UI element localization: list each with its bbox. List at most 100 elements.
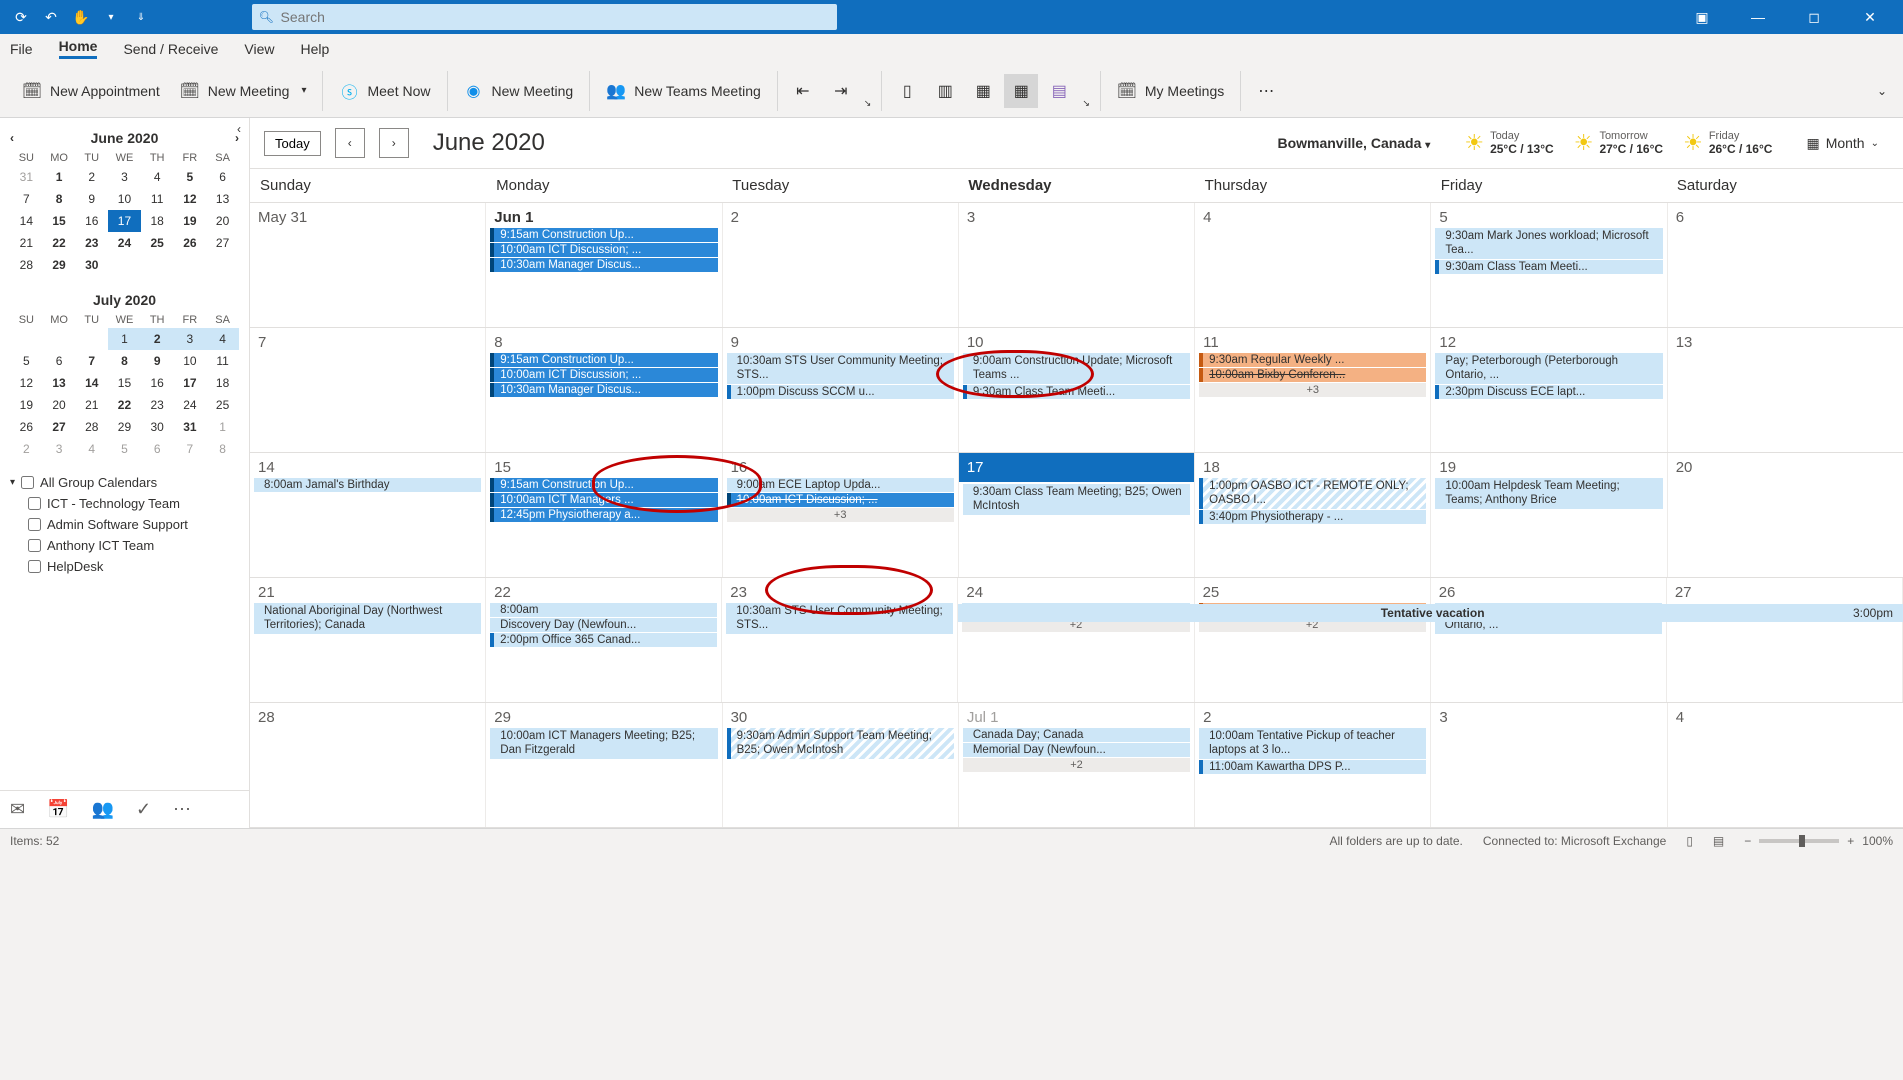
mini-day[interactable]: 15 xyxy=(43,210,76,232)
day-cell[interactable]: 309:30am Admin Support Team Meeting; B25… xyxy=(723,703,959,827)
day-cell[interactable]: 26Pay; Peterborough (Peterborough Ontari… xyxy=(1431,578,1667,702)
mini-day[interactable]: 10 xyxy=(108,188,141,210)
sync-all-icon[interactable]: ⟳ xyxy=(10,6,32,28)
day-cell[interactable]: 6 xyxy=(1668,203,1903,327)
teams-meeting-button[interactable]: 👥New Teams Meeting xyxy=(598,77,769,105)
day-cell[interactable]: 119:30am Regular Weekly ...10:00am Bixby… xyxy=(1195,328,1431,452)
ribbon-display-icon[interactable]: ▣ xyxy=(1679,0,1725,34)
calendar-event[interactable]: 10:30am Manager Discus... xyxy=(490,383,717,397)
mini-day[interactable]: 30 xyxy=(141,416,174,438)
view-selector[interactable]: ▦Month⌄ xyxy=(1806,135,1889,152)
work-week-icon[interactable]: ▥ xyxy=(928,74,962,108)
calendar-event[interactable]: 10:00am Helpdesk Team Meeting; Teams; An… xyxy=(1435,478,1662,509)
calendar-event[interactable]: 9:15am Construction Up... xyxy=(490,478,717,492)
checkbox[interactable] xyxy=(28,518,41,531)
calendar-event[interactable]: 9:15am Construction Up... xyxy=(490,353,717,367)
close-button[interactable]: ✕ xyxy=(1847,0,1893,34)
calendar-event[interactable]: 12:45pm Physiotherapy a... xyxy=(490,508,717,522)
checkbox[interactable] xyxy=(21,476,34,489)
mini-day[interactable]: 14 xyxy=(75,372,108,394)
undo-icon[interactable]: ↶ xyxy=(40,6,62,28)
new-meeting-button[interactable]: 🗓New Meeting▾ xyxy=(172,77,315,105)
calendar-event[interactable]: 1:00pm OASBO ICT - REMOTE ONLY; OASBO I.… xyxy=(1199,478,1426,509)
mini-day[interactable]: 3 xyxy=(174,328,207,350)
day-cell[interactable]: 169:00am ECE Laptop Upda...10:00am ICT D… xyxy=(723,453,959,577)
calendar-event[interactable]: 9:00am Construction Update; Microsoft Te… xyxy=(963,353,1190,384)
mini-day[interactable]: 31 xyxy=(10,166,43,188)
mini-cal-table[interactable]: SUMOTUWETHFRSA31123456789101112131415161… xyxy=(10,150,239,276)
day-cell[interactable]: 24Quebec National Day - St...+2 xyxy=(958,578,1194,702)
mini-day[interactable]: 25 xyxy=(141,232,174,254)
mini-day[interactable]: 18 xyxy=(141,210,174,232)
checkbox[interactable] xyxy=(28,560,41,573)
tasks-icon[interactable]: ✓ xyxy=(136,799,151,820)
prev-month-icon[interactable]: ‹ xyxy=(10,131,14,145)
day-cell[interactable]: 4 xyxy=(1195,203,1431,327)
day-cell[interactable]: 2 xyxy=(723,203,959,327)
next-month-icon[interactable]: › xyxy=(235,131,239,145)
day-cell[interactable]: 159:15am Construction Up...10:00am ICT M… xyxy=(486,453,722,577)
day-cell[interactable]: 2910:00am ICT Managers Meeting; B25; Dan… xyxy=(486,703,722,827)
calendar-event[interactable]: 10:00am Tentative Pickup of teacher lapt… xyxy=(1199,728,1426,759)
mini-day[interactable]: 8 xyxy=(43,188,76,210)
view-normal-icon[interactable]: ▯ xyxy=(1686,834,1693,848)
calendar-event[interactable]: 10:30am Manager Discus... xyxy=(490,258,717,272)
search-box[interactable]: 🔍︎ xyxy=(252,4,837,30)
weather-day[interactable]: ☀Tomorrow27°C / 16°C xyxy=(1574,130,1663,156)
mini-day[interactable]: 9 xyxy=(141,350,174,372)
mini-day[interactable]: 6 xyxy=(43,350,76,372)
mini-day[interactable]: 28 xyxy=(10,254,43,276)
mini-day[interactable]: 5 xyxy=(108,438,141,460)
day-cell[interactable]: 179:30am Class Team Meeting; B25; Owen M… xyxy=(959,453,1195,577)
day-cell[interactable]: 1910:00am Helpdesk Team Meeting; Teams; … xyxy=(1431,453,1667,577)
today-button[interactable]: Today xyxy=(264,131,321,156)
day-cell[interactable]: 59:30am Mark Jones workload; Microsoft T… xyxy=(1431,203,1667,327)
mini-day[interactable]: 20 xyxy=(206,210,239,232)
my-meetings-button[interactable]: 🗓My Meetings xyxy=(1109,77,1232,105)
mini-day[interactable]: 21 xyxy=(10,232,43,254)
teamviewer-meeting-button[interactable]: ◉New Meeting xyxy=(456,77,582,105)
calendar-event[interactable]: 11:00am Kawartha DPS P... xyxy=(1199,760,1426,774)
tab-view[interactable]: View xyxy=(244,41,274,57)
calendar-event[interactable]: 10:30am STS User Community Meeting; STS.… xyxy=(727,353,954,384)
day-view-icon[interactable]: ▯ xyxy=(890,74,924,108)
mini-day[interactable]: 27 xyxy=(43,416,76,438)
day-cell[interactable]: 89:15am Construction Up...10:00am ICT Di… xyxy=(486,328,722,452)
calendar-event[interactable]: Canada Day; Canada xyxy=(963,728,1190,742)
calendar-event[interactable]: 10:00am ICT Discussion; ... xyxy=(490,243,717,257)
mail-icon[interactable]: ✉ xyxy=(10,799,25,820)
calendar-event[interactable]: 1:00pm Discuss SCCM u... xyxy=(727,385,954,399)
mini-day[interactable]: 7 xyxy=(75,350,108,372)
calendar-event[interactable]: 2:30pm Discuss ECE lapt... xyxy=(1435,385,1662,399)
mini-day[interactable]: 5 xyxy=(174,166,207,188)
calendar-event[interactable]: 9:30am Regular Weekly ... xyxy=(1199,353,1426,367)
mini-day[interactable]: 2 xyxy=(141,328,174,350)
mini-day[interactable]: 3 xyxy=(43,438,76,460)
mini-day[interactable]: 5 xyxy=(10,350,43,372)
view-reading-icon[interactable]: ▤ xyxy=(1713,834,1724,848)
mini-day[interactable]: 18 xyxy=(206,372,239,394)
day-cell[interactable]: 109:00am Construction Update; Microsoft … xyxy=(959,328,1195,452)
day-cell[interactable]: 28 xyxy=(250,703,486,827)
day-cell[interactable]: 4 xyxy=(1668,703,1903,827)
nav-fwd-icon[interactable]: ⇥ xyxy=(824,74,858,108)
calendar-group-all[interactable]: ▾All Group Calendars xyxy=(6,472,243,493)
mini-day[interactable]: 23 xyxy=(141,394,174,416)
zoom-slider[interactable] xyxy=(1759,839,1839,843)
mini-day[interactable]: 2 xyxy=(10,438,43,460)
calendar-icon[interactable]: 📅 xyxy=(47,799,69,820)
calendar-list-item[interactable]: Admin Software Support xyxy=(6,514,243,535)
nav-back-icon[interactable]: ⇤ xyxy=(786,74,820,108)
calendar-event[interactable]: 9:30am Class Team Meeting; B25; Owen McI… xyxy=(963,484,1190,515)
ribbon-more-icon[interactable]: ⋯ xyxy=(1249,74,1283,108)
calendar-event[interactable]: 9:30am Class Team Meeti... xyxy=(1435,260,1662,274)
day-cell[interactable]: Jun 19:15am Construction Up...10:00am IC… xyxy=(486,203,722,327)
mini-day[interactable]: 20 xyxy=(43,394,76,416)
tab-file[interactable]: File xyxy=(10,41,33,57)
calendar-list-item[interactable]: HelpDesk xyxy=(6,556,243,577)
mini-day[interactable]: 6 xyxy=(141,438,174,460)
day-cell[interactable]: 21National Aboriginal Day (Northwest Ter… xyxy=(250,578,486,702)
mini-day[interactable]: 11 xyxy=(206,350,239,372)
prev-period-button[interactable]: ‹ xyxy=(335,128,365,158)
zoom-in-icon[interactable]: + xyxy=(1847,834,1854,848)
